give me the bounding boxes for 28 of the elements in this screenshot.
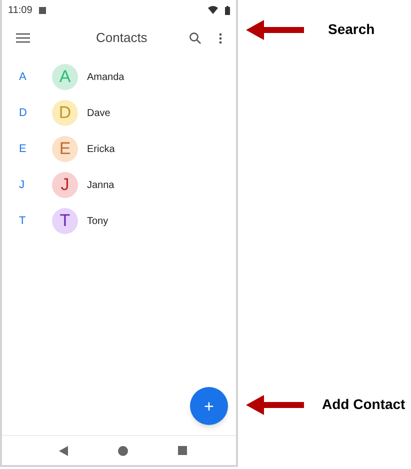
contact-avatar[interactable]: T bbox=[52, 208, 78, 234]
contact-avatar[interactable]: E bbox=[52, 136, 78, 162]
battery-icon bbox=[225, 6, 230, 14]
arrow-icon bbox=[246, 20, 304, 40]
contact-avatar[interactable]: J bbox=[52, 172, 78, 198]
section-letter: A bbox=[19, 70, 28, 85]
callout-label: Add Contact bbox=[322, 395, 406, 414]
section-letter: T bbox=[19, 214, 27, 229]
arrow-icon bbox=[246, 394, 304, 414]
contact-name[interactable]: Amanda bbox=[87, 70, 124, 84]
menu-icon[interactable] bbox=[16, 33, 30, 43]
add-contact-button[interactable]: + bbox=[190, 387, 228, 425]
status-time: 11:09 bbox=[8, 4, 32, 18]
screen-title: Contacts bbox=[96, 29, 148, 48]
wifi-icon bbox=[208, 6, 218, 14]
contact-name[interactable]: Janna bbox=[87, 178, 114, 192]
home-icon[interactable] bbox=[118, 446, 128, 456]
section-letter: D bbox=[19, 106, 28, 121]
image-icon bbox=[39, 6, 46, 14]
back-icon[interactable] bbox=[59, 446, 68, 456]
search-icon[interactable] bbox=[189, 32, 201, 44]
section-letter: E bbox=[19, 142, 28, 157]
more-icon[interactable] bbox=[219, 32, 222, 44]
callout-label: Search bbox=[328, 20, 375, 39]
contact-name[interactable]: Dave bbox=[87, 106, 110, 120]
contact-name[interactable]: Ericka bbox=[87, 142, 115, 156]
contact-name[interactable]: Tony bbox=[87, 214, 108, 228]
section-letter: J bbox=[19, 178, 26, 193]
